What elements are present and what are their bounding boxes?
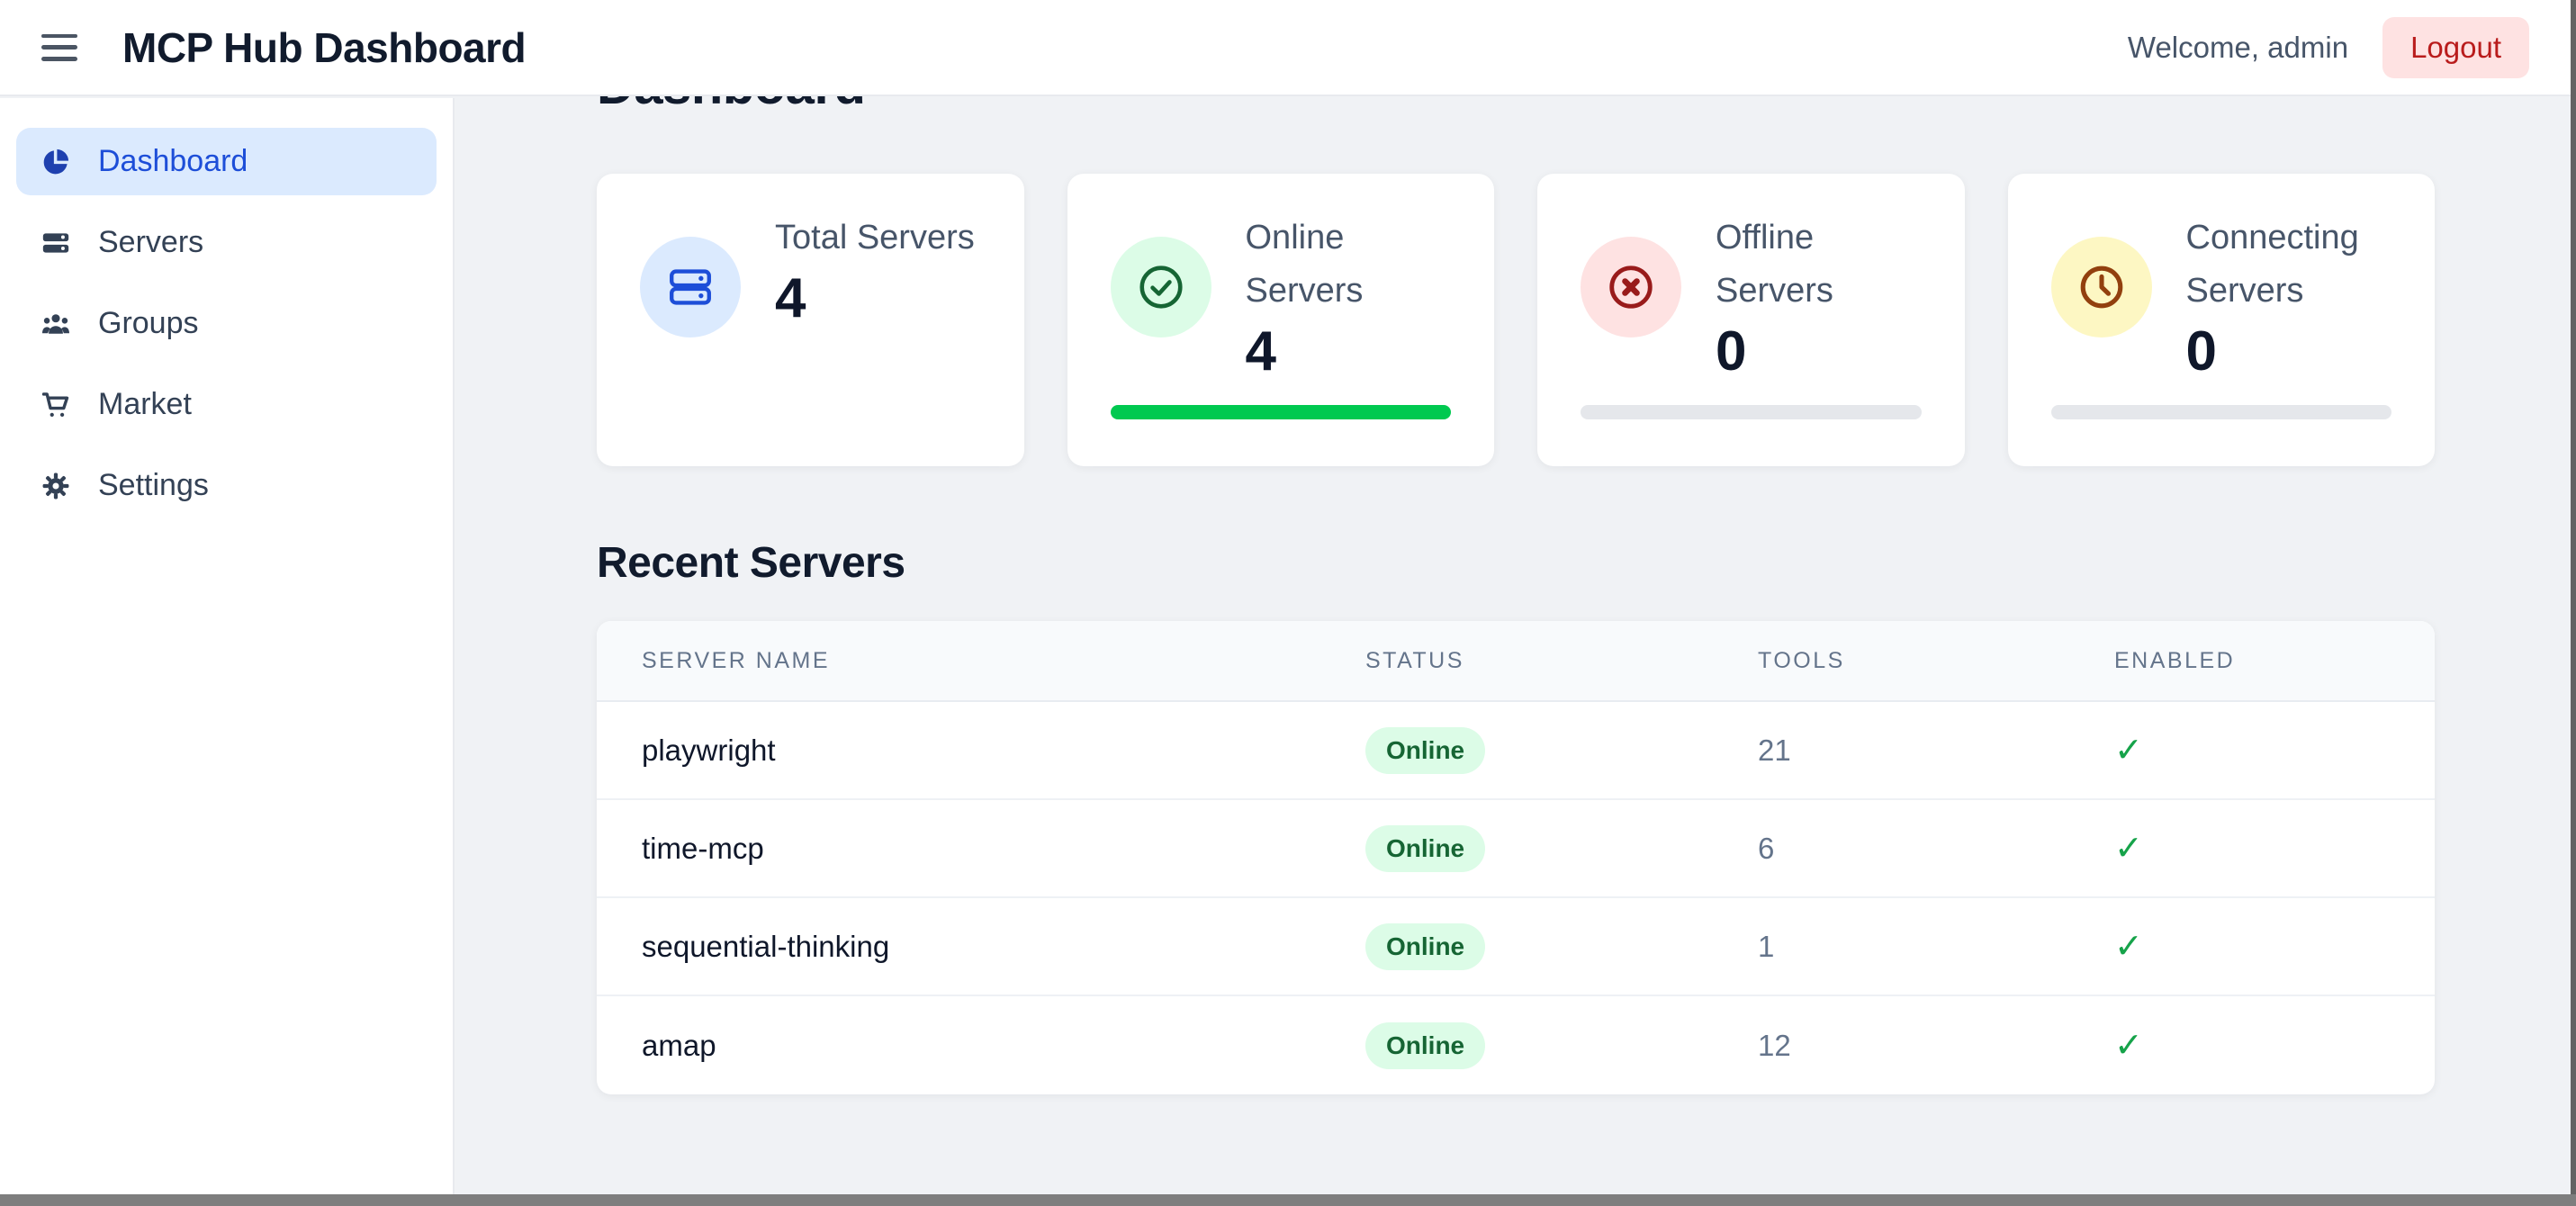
sidebar-item-servers[interactable]: Servers	[16, 209, 437, 276]
tools-count: 6	[1713, 832, 2069, 866]
server-name: time-mcp	[597, 832, 1320, 866]
sidebar-item-groups[interactable]: Groups	[16, 290, 437, 357]
tools-count: 1	[1713, 930, 2069, 964]
column-header-tools: Tools	[1713, 648, 2069, 674]
table-header-row: Server name Status Tools Enabled	[597, 621, 2435, 702]
vertical-scrollbar[interactable]	[2571, 0, 2576, 1194]
server-icon	[640, 237, 741, 338]
stat-card-offline-servers: Offline Servers 0	[1537, 174, 1965, 466]
sidebar: Dashboard Servers Groups	[0, 98, 455, 1194]
status-badge: Online	[1365, 727, 1485, 774]
check-circle-icon	[1111, 237, 1211, 338]
top-header: MCP Hub Dashboard Welcome, admin Logout	[0, 0, 2576, 96]
online-progress-bar	[1111, 405, 1452, 419]
main-content: Dashboard Total Servers 4	[456, 0, 2576, 1094]
stat-title: Total Servers	[775, 212, 975, 265]
stat-title: Connecting Servers	[2186, 212, 2392, 318]
hamburger-menu-icon[interactable]	[41, 34, 77, 61]
status-badge: Online	[1365, 923, 1485, 970]
welcome-text: Welcome, admin	[2128, 31, 2348, 65]
connecting-progress-bar	[2051, 405, 2392, 419]
sidebar-item-dashboard[interactable]: Dashboard	[16, 128, 437, 195]
table-row[interactable]: time-mcp Online 6 ✓	[597, 800, 2435, 898]
server-name: amap	[597, 1029, 1320, 1063]
horizontal-scrollbar[interactable]	[0, 1194, 2576, 1206]
column-header-enabled: Enabled	[2069, 648, 2435, 674]
stat-value: 4	[775, 268, 975, 329]
stat-value: 0	[1716, 321, 1922, 382]
stat-card-online-servers: Online Servers 4	[1067, 174, 1495, 466]
enabled-check-icon: ✓	[2069, 926, 2435, 967]
tools-count: 21	[1713, 734, 2069, 768]
sidebar-item-label: Dashboard	[98, 144, 248, 179]
sidebar-item-label: Settings	[98, 468, 209, 503]
column-header-status: Status	[1320, 648, 1713, 674]
column-header-server-name: Server name	[597, 648, 1320, 674]
sidebar-item-label: Groups	[98, 306, 199, 341]
app-title: MCP Hub Dashboard	[122, 23, 526, 72]
enabled-check-icon: ✓	[2069, 1025, 2435, 1066]
stat-value: 0	[2186, 321, 2392, 382]
recent-servers-table: Server name Status Tools Enabled playwri…	[597, 621, 2435, 1094]
stat-title: Offline Servers	[1716, 212, 1922, 318]
users-icon	[41, 309, 71, 339]
status-badge: Online	[1365, 1022, 1485, 1069]
sidebar-item-market[interactable]: Market	[16, 371, 437, 438]
enabled-check-icon: ✓	[2069, 730, 2435, 770]
logout-button[interactable]: Logout	[2382, 17, 2529, 78]
stat-value: 4	[1246, 321, 1452, 382]
clock-icon	[2051, 237, 2152, 338]
stat-card-total-servers: Total Servers 4	[597, 174, 1024, 466]
server-name: sequential-thinking	[597, 930, 1320, 964]
recent-servers-title: Recent Servers	[597, 538, 2435, 588]
status-badge: Online	[1365, 825, 1485, 872]
table-row[interactable]: playwright Online 21 ✓	[597, 702, 2435, 800]
sidebar-item-label: Servers	[98, 225, 203, 260]
enabled-check-icon: ✓	[2069, 828, 2435, 868]
gear-icon	[41, 471, 71, 501]
sidebar-item-settings[interactable]: Settings	[16, 452, 437, 519]
stat-card-connecting-servers: Connecting Servers 0	[2008, 174, 2436, 466]
sidebar-item-label: Market	[98, 387, 192, 422]
stat-cards: Total Servers 4 Online Servers 4	[597, 174, 2435, 466]
server-name: playwright	[597, 734, 1320, 768]
tools-count: 12	[1713, 1029, 2069, 1063]
server-stack-icon	[41, 228, 71, 258]
table-row[interactable]: amap Online 12 ✓	[597, 996, 2435, 1094]
table-body: playwright Online 21 ✓ time-mcp Online 6…	[597, 702, 2435, 1094]
shopping-cart-icon	[41, 390, 71, 420]
x-circle-icon	[1581, 237, 1681, 338]
offline-progress-bar	[1581, 405, 1922, 419]
stat-title: Online Servers	[1246, 212, 1452, 318]
table-row[interactable]: sequential-thinking Online 1 ✓	[597, 898, 2435, 996]
pie-chart-icon	[41, 147, 71, 177]
